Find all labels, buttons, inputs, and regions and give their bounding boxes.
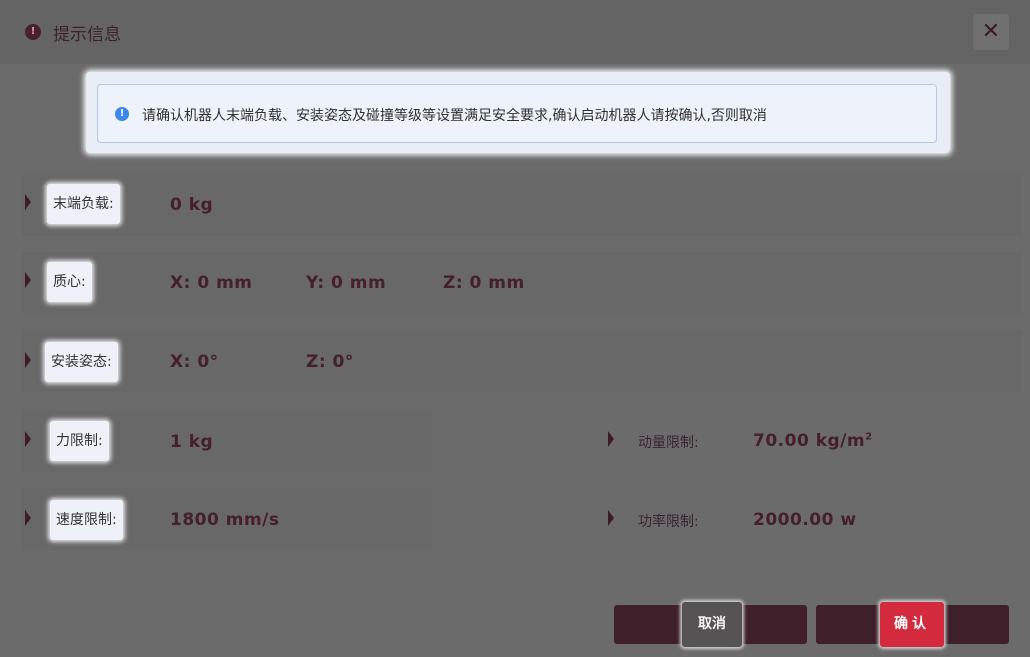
row-marker-icon: [608, 510, 614, 526]
mount-z-value: Z: 0°: [306, 352, 354, 372]
confirm-button-label[interactable]: 确认: [880, 602, 944, 647]
notice-text: 请确认机器人末端负载、安装姿态及碰撞等级等设置满足安全要求,确认启动机器人请按确…: [142, 108, 767, 124]
close-button[interactable]: ✕: [973, 14, 1009, 50]
force-limit-label: 力限制:: [50, 421, 109, 461]
mount-pose-label: 安装姿态:: [45, 342, 118, 382]
info-circle-icon: !: [25, 24, 41, 40]
row-marker-icon: [25, 272, 31, 288]
row-marker-icon: [25, 510, 31, 526]
force-limit-value: 1 kg: [170, 432, 214, 452]
row-marker-icon: [25, 352, 31, 368]
speed-limit-label: 速度限制:: [50, 500, 123, 540]
momentum-limit-label: 动量限制:: [638, 435, 699, 451]
momentum-limit-value: 70.00 kg/m2: [753, 431, 873, 451]
power-limit-value: 2000.00 w: [753, 510, 857, 530]
payload-value: 0 kg: [170, 195, 214, 215]
row-marker-icon: [25, 431, 31, 447]
com-y-value: Y: 0 mm: [306, 273, 387, 293]
power-limit-label: 功率限制:: [638, 514, 699, 530]
com-z-value: Z: 0 mm: [443, 273, 525, 293]
mount-x-value: X: 0°: [170, 352, 219, 372]
payload-label: 末端负载:: [47, 184, 120, 224]
info-icon: !: [115, 107, 129, 121]
row-marker-icon: [608, 431, 614, 447]
com-x-value: X: 0 mm: [170, 273, 253, 293]
row-marker-icon: [25, 194, 31, 210]
notice-container: ! 请确认机器人末端负载、安装姿态及碰撞等级等设置满足安全要求,确认启动机器人请…: [86, 72, 950, 153]
cancel-button-label[interactable]: 取消: [682, 602, 742, 647]
speed-limit-value: 1800 mm/s: [170, 510, 280, 530]
center-of-mass-label: 质心:: [47, 262, 92, 302]
dialog-title: 提示信息: [53, 25, 121, 45]
notice-banner: ! 请确认机器人末端负载、安装姿态及碰撞等级等设置满足安全要求,确认启动机器人请…: [97, 84, 937, 143]
dialog-header: ! 提示信息 ✕: [0, 0, 1030, 64]
confirm-button[interactable]: 确认: [816, 602, 1009, 647]
cancel-button[interactable]: 取消: [614, 602, 807, 647]
